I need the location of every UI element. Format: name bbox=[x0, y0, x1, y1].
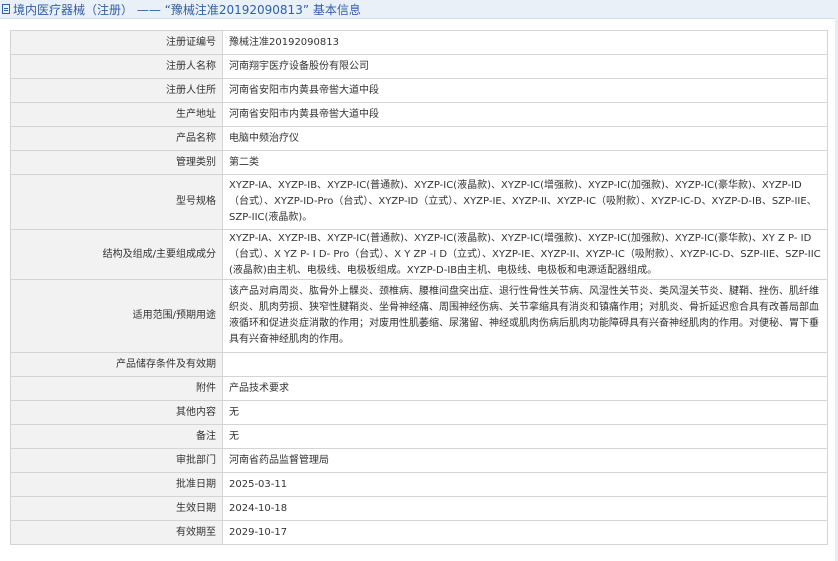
table-row: 有效期至 2029-10-17 bbox=[10, 520, 828, 545]
table-row: 适用范围/预期用途 该产品对肩周炎、肱骨外上髁炎、颈椎病、腰椎间盘突出症、退行性… bbox=[10, 279, 828, 353]
row-label: 备注 bbox=[10, 424, 223, 449]
table-row: 审批部门 河南省药品监督管理局 bbox=[10, 448, 828, 473]
row-label: 其他内容 bbox=[10, 400, 223, 425]
table-row: 注册人住所 河南省安阳市内黄县帝喾大道中段 bbox=[10, 78, 828, 103]
row-label: 产品名称 bbox=[10, 126, 223, 151]
table-row: 型号规格 XYZP-IA、XYZP-IB、XYZP-IC(普通款)、XYZP-I… bbox=[10, 174, 828, 230]
table-row: 其他内容 无 bbox=[10, 400, 828, 425]
row-value: 河南翔宇医疗设备股份有限公司 bbox=[222, 54, 828, 79]
table-row: 备注 无 bbox=[10, 424, 828, 449]
table-row: 注册证编号 豫械注准20192090813 bbox=[10, 30, 828, 55]
row-value: 2029-10-17 bbox=[222, 520, 828, 545]
page-header: 境内医疗器械（注册） —— “豫械注准20192090813” 基本信息 bbox=[0, 0, 838, 19]
row-label: 适用范围/预期用途 bbox=[10, 279, 223, 353]
row-value: 河南省安阳市内黄县帝喾大道中段 bbox=[222, 78, 828, 103]
row-label: 注册人住所 bbox=[10, 78, 223, 103]
table-row: 注册人名称 河南翔宇医疗设备股份有限公司 bbox=[10, 54, 828, 79]
row-value: 2025-03-11 bbox=[222, 472, 828, 497]
row-value: 该产品对肩周炎、肱骨外上髁炎、颈椎病、腰椎间盘突出症、退行性骨性关节病、风湿性关… bbox=[222, 279, 828, 353]
row-label: 有效期至 bbox=[10, 520, 223, 545]
row-label: 注册证编号 bbox=[10, 30, 223, 55]
row-value: 2024-10-18 bbox=[222, 496, 828, 521]
table-row: 管理类别 第二类 bbox=[10, 150, 828, 175]
table-row: 产品储存条件及有效期 bbox=[10, 352, 828, 377]
table-row: 生产地址 河南省安阳市内黄县帝喾大道中段 bbox=[10, 102, 828, 127]
row-value: 第二类 bbox=[222, 150, 828, 175]
table-row: 批准日期 2025-03-11 bbox=[10, 472, 828, 497]
row-value: 无 bbox=[222, 400, 828, 425]
row-label: 批准日期 bbox=[10, 472, 223, 497]
row-label: 管理类别 bbox=[10, 150, 223, 175]
row-label: 审批部门 bbox=[10, 448, 223, 473]
row-value: 河南省安阳市内黄县帝喾大道中段 bbox=[222, 102, 828, 127]
row-value: 河南省药品监督管理局 bbox=[222, 448, 828, 473]
row-label: 型号规格 bbox=[10, 174, 223, 230]
row-label: 生产地址 bbox=[10, 102, 223, 127]
table-row: 附件 产品技术要求 bbox=[10, 376, 828, 401]
table-row: 产品名称 电脑中频治疗仪 bbox=[10, 126, 828, 151]
page-title: 境内医疗器械（注册） —— “豫械注准20192090813” 基本信息 bbox=[13, 2, 361, 17]
row-value: 电脑中频治疗仪 bbox=[222, 126, 828, 151]
row-value: 产品技术要求 bbox=[222, 376, 828, 401]
document-icon bbox=[2, 4, 10, 14]
row-label: 注册人名称 bbox=[10, 54, 223, 79]
table-row: 生效日期 2024-10-18 bbox=[10, 496, 828, 521]
row-value: XYZP-IA、XYZP-IB、XYZP-IC(普通款)、XYZP-IC(液晶款… bbox=[222, 229, 828, 280]
row-value: XYZP-IA、XYZP-IB、XYZP-IC(普通款)、XYZP-IC(液晶款… bbox=[222, 174, 828, 230]
row-label: 产品储存条件及有效期 bbox=[10, 352, 223, 377]
row-value: 无 bbox=[222, 424, 828, 449]
row-value bbox=[222, 352, 828, 377]
row-label: 结构及组成/主要组成成分 bbox=[10, 229, 223, 280]
row-value: 豫械注准20192090813 bbox=[222, 30, 828, 55]
info-table: 注册证编号 豫械注准20192090813 注册人名称 河南翔宇医疗设备股份有限… bbox=[10, 30, 828, 545]
row-label: 生效日期 bbox=[10, 496, 223, 521]
table-row: 结构及组成/主要组成成分 XYZP-IA、XYZP-IB、XYZP-IC(普通款… bbox=[10, 229, 828, 280]
row-label: 附件 bbox=[10, 376, 223, 401]
